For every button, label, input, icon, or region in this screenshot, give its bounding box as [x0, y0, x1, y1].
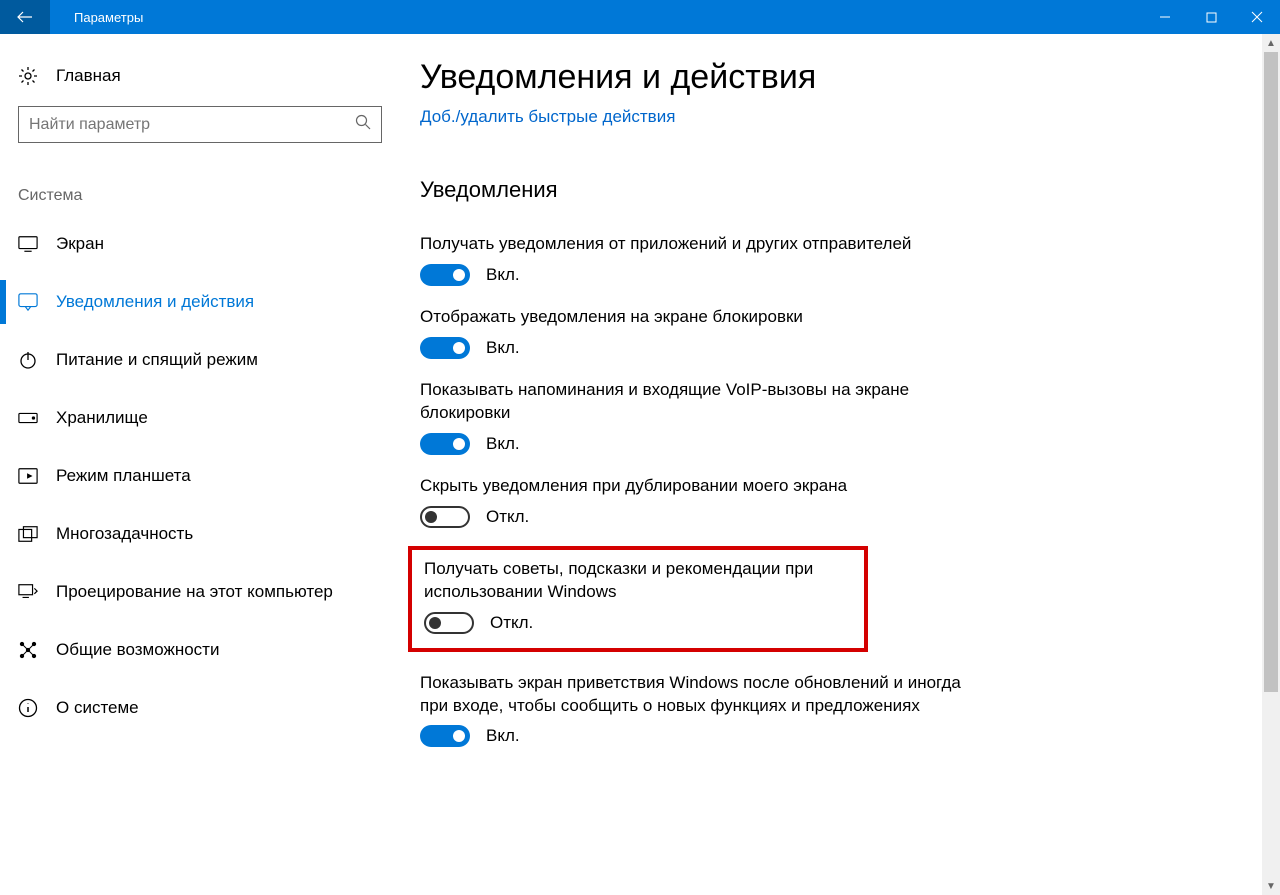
titlebar: Параметры: [0, 0, 1280, 34]
sidebar-item-power[interactable]: Питание и спящий режим: [0, 331, 400, 389]
toggle-tips[interactable]: [424, 612, 474, 634]
sidebar-item-label: Общие возможности: [56, 640, 219, 660]
setting-label: Получать советы, подсказки и рекомендаци…: [424, 558, 852, 604]
tablet-icon: [18, 466, 38, 486]
toggle-state: Вкл.: [486, 338, 520, 358]
home-label: Главная: [56, 66, 121, 86]
sidebar-item-label: Питание и спящий режим: [56, 350, 258, 370]
toggle-app-notifications[interactable]: [420, 264, 470, 286]
display-icon: [18, 234, 38, 254]
toggle-voip-lockscreen[interactable]: [420, 433, 470, 455]
home-link[interactable]: Главная: [0, 54, 400, 98]
setting-label: Показывать экран приветствия Windows пос…: [420, 672, 980, 718]
setting-label: Скрыть уведомления при дублировании моег…: [420, 475, 980, 498]
sidebar-item-label: Многозадачность: [56, 524, 193, 544]
gear-icon: [18, 66, 38, 86]
toggle-state: Вкл.: [486, 434, 520, 454]
sidebar-item-label: О системе: [56, 698, 139, 718]
setting-lockscreen-notifications: Отображать уведомления на экране блокиро…: [420, 286, 980, 359]
toggle-state: Вкл.: [486, 726, 520, 746]
main-panel: Уведомления и действия Доб./удалить быст…: [400, 34, 1280, 895]
notification-icon: [18, 292, 38, 312]
project-icon: [18, 582, 38, 602]
scroll-thumb[interactable]: [1264, 52, 1278, 692]
scroll-up-button[interactable]: ▲: [1262, 34, 1280, 52]
sidebar-item-about[interactable]: О системе: [0, 679, 400, 737]
setting-app-notifications: Получать уведомления от приложений и дру…: [420, 213, 980, 286]
quick-actions-link[interactable]: Доб./удалить быстрые действия: [420, 107, 675, 126]
sidebar-item-tablet[interactable]: Режим планшета: [0, 447, 400, 505]
sidebar-item-label: Экран: [56, 234, 104, 254]
info-icon: [18, 698, 38, 718]
search-input[interactable]: [18, 106, 382, 143]
setting-voip-lockscreen: Показывать напоминания и входящие VoIP-в…: [420, 359, 980, 455]
minimize-button[interactable]: [1142, 0, 1188, 34]
page-title: Уведомления и действия: [420, 58, 1280, 107]
search-icon: [355, 114, 371, 135]
minimize-icon: [1159, 11, 1171, 23]
sidebar-item-display[interactable]: Экран: [0, 215, 400, 273]
sidebar-item-label: Режим планшета: [56, 466, 191, 486]
setting-label: Показывать напоминания и входящие VoIP-в…: [420, 379, 980, 425]
search-field[interactable]: [29, 116, 355, 134]
arrow-left-icon: [17, 9, 33, 25]
sidebar: Главная Система Экран Уведомления и дейс…: [0, 34, 400, 895]
maximize-icon: [1206, 12, 1217, 23]
setting-tips: Получать советы, подсказки и рекомендаци…: [424, 558, 852, 634]
setting-label: Отображать уведомления на экране блокиро…: [420, 306, 980, 329]
sidebar-item-label: Уведомления и действия: [56, 292, 254, 312]
toggle-state: Откл.: [490, 613, 533, 633]
close-button[interactable]: [1234, 0, 1280, 34]
sidebar-item-share[interactable]: Общие возможности: [0, 621, 400, 679]
setting-label: Получать уведомления от приложений и дру…: [420, 233, 980, 256]
sidebar-item-multitask[interactable]: Многозадачность: [0, 505, 400, 563]
sidebar-item-storage[interactable]: Хранилище: [0, 389, 400, 447]
toggle-hide-when-duplicate[interactable]: [420, 506, 470, 528]
setting-welcome-experience: Показывать экран приветствия Windows пос…: [420, 652, 980, 748]
window-title: Параметры: [50, 10, 143, 25]
sidebar-item-label: Проецирование на этот компьютер: [56, 582, 333, 602]
back-button[interactable]: [0, 0, 50, 34]
scroll-down-button[interactable]: ▼: [1262, 877, 1280, 895]
maximize-button[interactable]: [1188, 0, 1234, 34]
sidebar-group-label: Система: [0, 143, 400, 215]
highlighted-setting: Получать советы, подсказки и рекомендаци…: [408, 546, 868, 652]
sidebar-item-label: Хранилище: [56, 408, 148, 428]
multitask-icon: [18, 524, 38, 544]
toggle-welcome-experience[interactable]: [420, 725, 470, 747]
vertical-scrollbar[interactable]: ▲ ▼: [1262, 34, 1280, 895]
toggle-state: Вкл.: [486, 265, 520, 285]
storage-icon: [18, 408, 38, 428]
setting-hide-when-duplicate: Скрыть уведомления при дублировании моег…: [420, 455, 980, 528]
share-icon: [18, 640, 38, 660]
toggle-lockscreen-notifications[interactable]: [420, 337, 470, 359]
sidebar-item-project[interactable]: Проецирование на этот компьютер: [0, 563, 400, 621]
toggle-state: Откл.: [486, 507, 529, 527]
close-icon: [1251, 11, 1263, 23]
window-controls: [1142, 0, 1280, 34]
sidebar-item-notifications[interactable]: Уведомления и действия: [0, 273, 400, 331]
power-icon: [18, 350, 38, 370]
section-title: Уведомления: [420, 127, 1280, 213]
